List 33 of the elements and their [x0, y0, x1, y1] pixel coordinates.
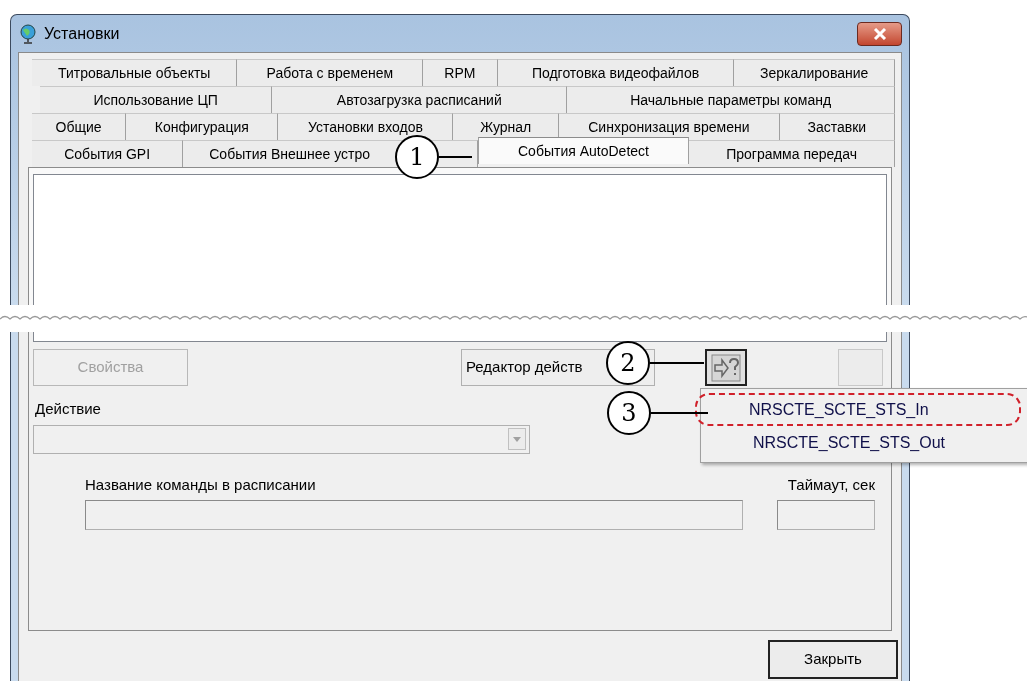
arrow-question-icon [711, 353, 741, 382]
tab[interactable]: Зеркалирование [734, 59, 895, 86]
timeout-field[interactable] [777, 500, 875, 530]
tab[interactable]: Синхронизация времени [559, 113, 780, 140]
tab[interactable]: Автозагрузка расписаний [272, 86, 568, 113]
command-name-field[interactable] [85, 500, 743, 530]
tab[interactable]: Использование ЦП [40, 86, 273, 113]
tab[interactable]: События AutoDetect [477, 137, 690, 164]
globe-icon [18, 23, 38, 44]
leader-line [439, 156, 472, 158]
tab[interactable]: Конфигурация [126, 113, 279, 140]
close-button[interactable] [857, 21, 902, 46]
menu-item[interactable]: NRSCTE_SCTE_STS_In [695, 393, 1021, 426]
close-dialog-button[interactable]: Закрыть [768, 640, 898, 679]
timeout-label: Таймаут, сек [787, 474, 875, 495]
tab[interactable]: Работа с временем [237, 59, 424, 86]
leader-line [650, 362, 704, 364]
tab[interactable]: Начальные параметры команд [567, 86, 895, 113]
tab[interactable]: События GPI [32, 140, 184, 167]
window-title: Установки [44, 23, 120, 44]
tab[interactable]: Общие [32, 113, 127, 140]
tab[interactable]: Титровальные объекты [32, 59, 238, 86]
action-list-button[interactable] [705, 349, 747, 386]
tab[interactable]: Подготовка видеофайлов [497, 59, 735, 86]
action-label: Действие [35, 399, 101, 419]
tab[interactable]: Установки входов [278, 113, 454, 140]
tab[interactable]: RPM [423, 59, 498, 86]
leader-line [651, 412, 708, 414]
tab[interactable]: Заставки [779, 113, 895, 140]
close-icon [872, 27, 887, 40]
menu-item[interactable]: NRSCTE_SCTE_STS_Out [701, 426, 1027, 459]
command-name-label: Название команды в расписании [85, 474, 317, 495]
tab[interactable]: Программа передач [689, 140, 895, 167]
